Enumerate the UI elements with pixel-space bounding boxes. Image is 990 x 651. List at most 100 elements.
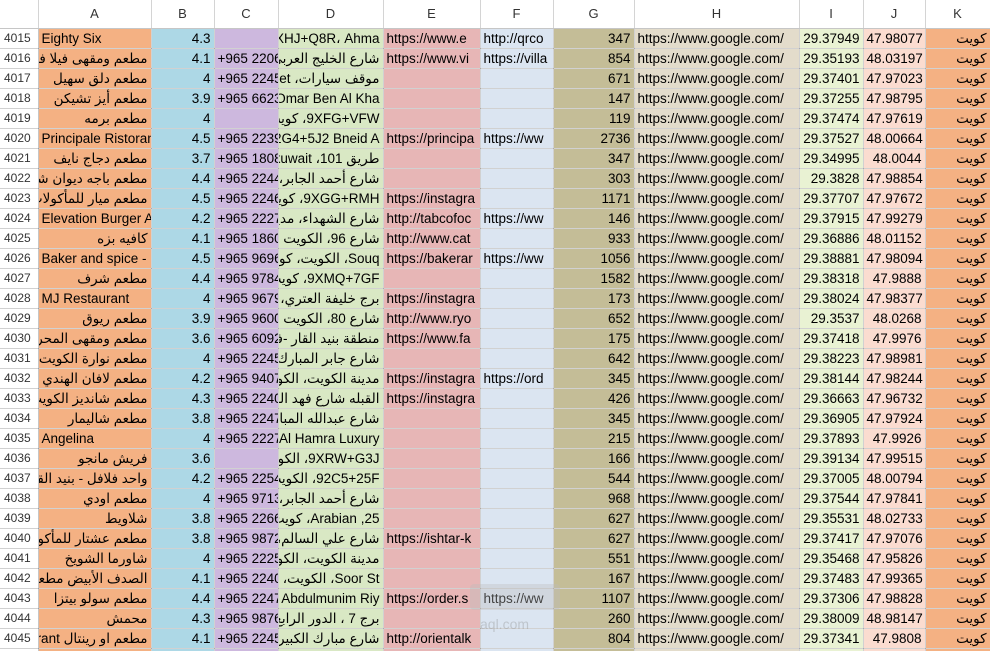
- cell-j[interactable]: 47.97841: [863, 488, 926, 509]
- cell-k[interactable]: كويت: [925, 328, 990, 349]
- cell-d[interactable]: Soor St، الكويت، ت: [278, 568, 384, 589]
- cell-d[interactable]: شارع 96، الكويت: [278, 228, 384, 249]
- cell-d[interactable]: مدينة الكويت، الكويت: [278, 548, 384, 569]
- cell-f[interactable]: [480, 468, 554, 489]
- cell-d[interactable]: برج خليفة العتري، 4: [278, 288, 384, 309]
- cell-b[interactable]: 4.4: [151, 268, 215, 289]
- cell-a[interactable]: Baker and spice -: [38, 248, 152, 269]
- cell-d[interactable]: Al Hamra Luxury: [278, 428, 384, 449]
- cell-c[interactable]: +965 1808: [214, 148, 279, 169]
- cell-e[interactable]: [383, 88, 481, 109]
- cell-f[interactable]: [480, 628, 554, 649]
- cell-e[interactable]: [383, 148, 481, 169]
- cell-j[interactable]: 47.97076: [863, 528, 926, 549]
- cell-h[interactable]: https://www.google.com/: [634, 228, 800, 249]
- cell-c[interactable]: +965 2227: [214, 208, 279, 229]
- column-header-k[interactable]: K: [925, 0, 990, 29]
- cell-e[interactable]: [383, 568, 481, 589]
- row-header[interactable]: 4044: [0, 608, 39, 629]
- column-header-b[interactable]: B: [151, 0, 215, 29]
- row-header[interactable]: 4021: [0, 148, 39, 169]
- column-header-h[interactable]: H: [634, 0, 800, 29]
- cell-b[interactable]: 4.5: [151, 128, 215, 149]
- cell-e[interactable]: [383, 268, 481, 289]
- cell-d[interactable]: شارع الخليج العربي،: [278, 48, 384, 69]
- cell-f[interactable]: [480, 448, 554, 469]
- row-header[interactable]: 4023: [0, 188, 39, 209]
- cell-c[interactable]: +965 2239: [214, 128, 279, 149]
- cell-b[interactable]: 4: [151, 108, 215, 129]
- cell-d[interactable]: 9XGG+RMH، كويت: [278, 188, 384, 209]
- cell-k[interactable]: كويت: [925, 188, 990, 209]
- row-header[interactable]: 4039: [0, 508, 39, 529]
- cell-b[interactable]: 3.8: [151, 528, 215, 549]
- cell-g[interactable]: 175: [553, 328, 635, 349]
- cell-e[interactable]: [383, 448, 481, 469]
- cell-a[interactable]: مطعم برمه: [38, 108, 152, 129]
- cell-d[interactable]: شارع أحمد الجابر، م: [278, 488, 384, 509]
- cell-g[interactable]: 544: [553, 468, 635, 489]
- row-header[interactable]: 4041: [0, 548, 39, 569]
- cell-g[interactable]: 426: [553, 388, 635, 409]
- cell-a[interactable]: مطعم باجه ديوان شرق: [38, 168, 152, 189]
- cell-b[interactable]: 4.4: [151, 168, 215, 189]
- cell-f[interactable]: [480, 348, 554, 369]
- cell-k[interactable]: كويت: [925, 108, 990, 129]
- cell-h[interactable]: https://www.google.com/: [634, 68, 800, 89]
- cell-k[interactable]: كويت: [925, 308, 990, 329]
- cell-e[interactable]: https://www.vi: [383, 48, 481, 69]
- cell-e[interactable]: https://www.e: [383, 28, 481, 49]
- cell-k[interactable]: كويت: [925, 608, 990, 629]
- cell-b[interactable]: 4.2: [151, 368, 215, 389]
- cell-c[interactable]: +965 2245: [214, 68, 279, 89]
- cell-e[interactable]: [383, 548, 481, 569]
- cell-h[interactable]: https://www.google.com/: [634, 548, 800, 569]
- row-header[interactable]: 4028: [0, 288, 39, 309]
- cell-a[interactable]: شلاويط: [38, 508, 152, 529]
- row-header[interactable]: 4019: [0, 108, 39, 129]
- cell-e[interactable]: [383, 408, 481, 429]
- row-header[interactable]: 4045: [0, 628, 39, 649]
- cell-h[interactable]: https://www.google.com/: [634, 88, 800, 109]
- cell-f[interactable]: [480, 88, 554, 109]
- row-header[interactable]: 4042: [0, 568, 39, 589]
- cell-a[interactable]: مطعم أيز تشيكن: [38, 88, 152, 109]
- cell-f[interactable]: https://ww: [480, 588, 554, 609]
- cell-b[interactable]: 3.7: [151, 148, 215, 169]
- row-header[interactable]: 4017: [0, 68, 39, 89]
- cell-i[interactable]: 29.36905: [799, 408, 864, 429]
- cell-a[interactable]: مطعم شرف: [38, 268, 152, 289]
- cell-i[interactable]: 29.37306: [799, 588, 864, 609]
- cell-g[interactable]: 347: [553, 148, 635, 169]
- cell-g[interactable]: 627: [553, 528, 635, 549]
- cell-g[interactable]: 303: [553, 168, 635, 189]
- cell-f[interactable]: https://ww: [480, 128, 554, 149]
- row-header[interactable]: 4037: [0, 468, 39, 489]
- row-header[interactable]: 4026: [0, 248, 39, 269]
- cell-b[interactable]: 4.2: [151, 208, 215, 229]
- cell-c[interactable]: +965 6623: [214, 88, 279, 109]
- cell-g[interactable]: 804: [553, 628, 635, 649]
- cell-k[interactable]: كويت: [925, 448, 990, 469]
- cell-i[interactable]: 29.37483: [799, 568, 864, 589]
- cell-k[interactable]: كويت: [925, 588, 990, 609]
- cell-c[interactable]: +965 9407: [214, 368, 279, 389]
- cell-h[interactable]: https://www.google.com/: [634, 388, 800, 409]
- cell-j[interactable]: 47.99365: [863, 568, 926, 589]
- cell-a[interactable]: مطعم ومقهى فيلا فيرو: [38, 48, 152, 69]
- cell-a[interactable]: Eighty Six: [38, 28, 152, 49]
- cell-k[interactable]: كويت: [925, 568, 990, 589]
- cell-i[interactable]: 29.37255: [799, 88, 864, 109]
- cell-f[interactable]: [480, 328, 554, 349]
- cell-d[interactable]: 25, Arabian، كويت: [278, 508, 384, 529]
- cell-k[interactable]: كويت: [925, 368, 990, 389]
- cell-f[interactable]: [480, 508, 554, 529]
- cell-g[interactable]: 671: [553, 68, 635, 89]
- cell-j[interactable]: 47.97023: [863, 68, 926, 89]
- cell-a[interactable]: مطعم ومقهى المحروس: [38, 328, 152, 349]
- cell-f[interactable]: [480, 228, 554, 249]
- cell-g[interactable]: 627: [553, 508, 635, 529]
- cell-i[interactable]: 29.36886: [799, 228, 864, 249]
- cell-f[interactable]: [480, 108, 554, 129]
- cell-k[interactable]: كويت: [925, 28, 990, 49]
